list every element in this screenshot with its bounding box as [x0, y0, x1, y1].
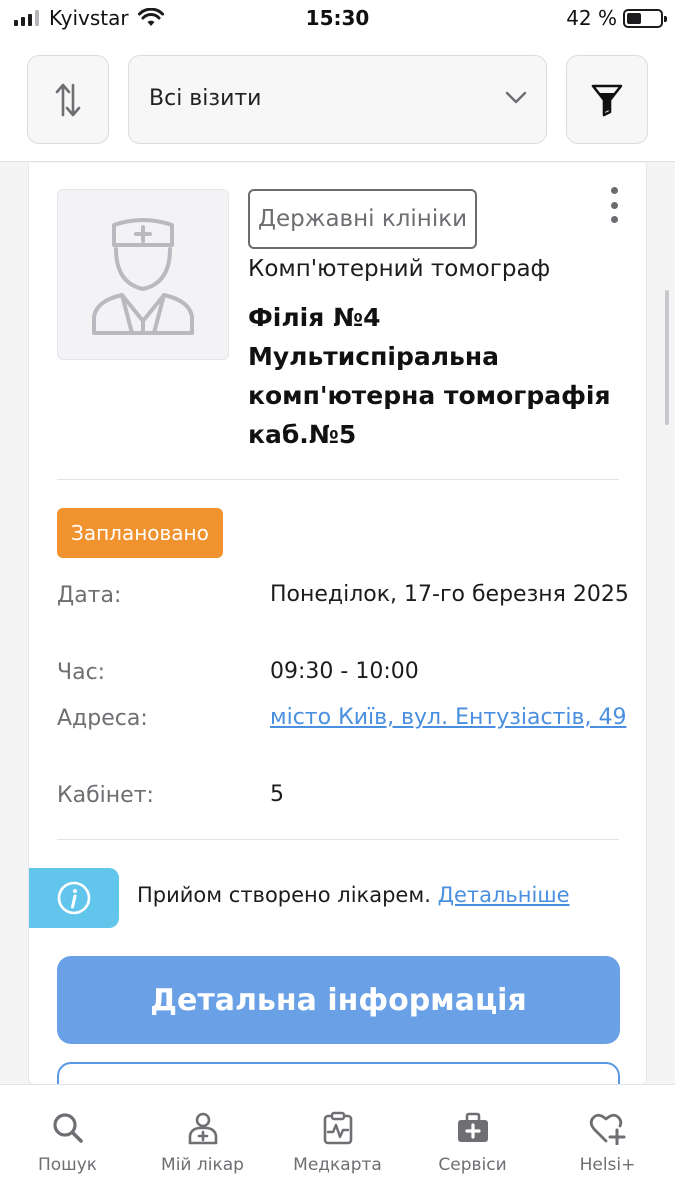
toolbar: Всі візити	[0, 38, 675, 162]
detail-info-button[interactable]: Детальна інформація	[57, 956, 620, 1044]
date-label: Дата:	[57, 583, 122, 608]
tab-bar: Пошук Мій лікар Медкарта Сервіси Helsi+	[0, 1084, 675, 1200]
doctor-avatar	[57, 189, 229, 360]
tab-search[interactable]: Пошук	[0, 1085, 135, 1200]
cabinet-value: 5	[270, 782, 284, 807]
divider	[57, 479, 619, 480]
tab-helsi-plus[interactable]: Helsi+	[540, 1085, 675, 1200]
filter-button[interactable]	[566, 55, 648, 144]
cabinet-label: Кабінет:	[57, 783, 154, 808]
clinic-type-tag: Державні клініки	[248, 189, 478, 249]
doctor-icon	[188, 1112, 217, 1145]
battery-percent: 42 %	[566, 6, 617, 30]
sort-button[interactable]	[27, 55, 109, 144]
battery-icon	[623, 9, 667, 28]
tab-search-label: Пошук	[37, 1155, 98, 1175]
tab-medical-card-label: Медкарта	[293, 1155, 382, 1175]
clinic-name: Філія №4 Мультиспіральна комп'ютерна том…	[248, 303, 611, 449]
details-link[interactable]: Детальніше	[438, 883, 570, 907]
sort-arrows-icon	[55, 83, 81, 116]
chevron-down-icon	[505, 91, 527, 104]
more-menu-icon[interactable]	[603, 185, 625, 225]
time-label: Час:	[57, 660, 106, 685]
doctor-specialty: Комп'ютерний томограф	[248, 256, 551, 282]
scrollbar[interactable]	[665, 290, 669, 425]
funnel-icon	[591, 84, 623, 116]
visit-card: Державні клініки Комп'ютерний томограф Ф…	[28, 163, 647, 1085]
status-bar: Kyivstar 15:30 42 %	[0, 0, 675, 38]
tab-services[interactable]: Сервіси	[405, 1085, 540, 1200]
medical-card-icon	[323, 1111, 352, 1145]
status-badge: Заплановано	[57, 508, 223, 558]
creation-note: Прийом створено лікарем. Детальніше	[137, 883, 570, 907]
divider	[57, 839, 619, 840]
visit-filter-select[interactable]: Всі візити	[128, 55, 547, 144]
tab-services-label: Сервіси	[438, 1155, 507, 1175]
tab-helsi-plus-label: Helsi+	[579, 1155, 636, 1175]
secondary-button[interactable]	[57, 1062, 620, 1084]
tab-my-doctor[interactable]: Мій лікар	[135, 1085, 270, 1200]
visit-filter-value: Всі візити	[149, 86, 262, 111]
search-icon	[52, 1113, 83, 1143]
tab-my-doctor-label: Мій лікар	[161, 1155, 244, 1175]
info-icon	[57, 881, 91, 915]
tab-medical-card[interactable]: Медкарта	[270, 1085, 405, 1200]
time-value: 09:30 - 10:00	[270, 659, 419, 684]
creation-note-text: Прийом створено лікарем.	[137, 883, 431, 907]
address-label: Адреса:	[57, 706, 148, 731]
heart-plus-icon	[589, 1113, 625, 1145]
info-badge	[29, 868, 119, 928]
medkit-icon	[457, 1112, 488, 1142]
address-link[interactable]: місто Київ, вул. Ентузіастів, 49	[270, 701, 630, 735]
date-value: Понеділок, 17-го березня 2025	[270, 582, 629, 607]
doctor-avatar-icon	[92, 217, 194, 335]
